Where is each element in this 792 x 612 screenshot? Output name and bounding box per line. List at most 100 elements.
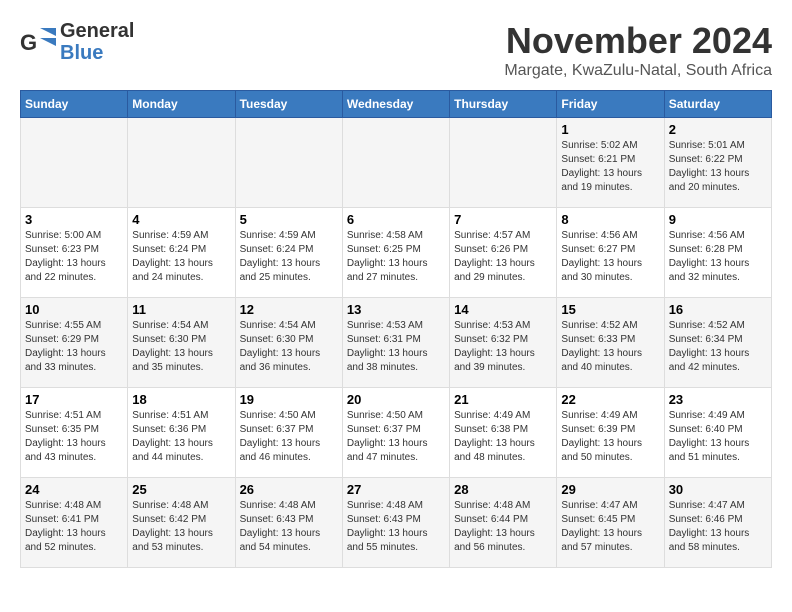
- day-number: 7: [454, 212, 552, 227]
- calendar-cell: 25Sunrise: 4:48 AM Sunset: 6:42 PM Dayli…: [128, 478, 235, 568]
- calendar-cell: 19Sunrise: 4:50 AM Sunset: 6:37 PM Dayli…: [235, 388, 342, 478]
- calendar-body: 1 Sunrise: 5:02 AM Sunset: 6:21 PM Daylig…: [21, 118, 772, 568]
- calendar-cell: 8 Sunrise: 4:56 AM Sunset: 6:27 PM Daylig…: [557, 208, 664, 298]
- day-number: 14: [454, 302, 552, 317]
- header-row: SundayMondayTuesdayWednesdayThursdayFrid…: [21, 91, 772, 118]
- day-content: Sunrise: 4:49 AM Sunset: 6:40 PM Dayligh…: [669, 409, 767, 465]
- calendar-cell: [342, 118, 449, 208]
- day-content: Sunrise: 4:52 AM Sunset: 6:33 PM Dayligh…: [561, 319, 659, 375]
- day-number: 28: [454, 482, 552, 497]
- day-content: Sunrise: 4:53 AM Sunset: 6:31 PM Dayligh…: [347, 319, 445, 375]
- calendar-cell: 10 Sunrise: 4:55 AM Sunset: 6:29 PM Dayli…: [21, 298, 128, 388]
- day-content: Sunrise: 4:57 AM Sunset: 6:26 PM Dayligh…: [454, 229, 552, 285]
- day-content: Sunrise: 4:54 AM Sunset: 6:30 PM Dayligh…: [132, 319, 230, 375]
- day-number: 20: [347, 392, 445, 407]
- calendar-cell: 9 Sunrise: 4:56 AM Sunset: 6:28 PM Daylig…: [664, 208, 771, 298]
- calendar-cell: 2 Sunrise: 5:01 AM Sunset: 6:22 PM Daylig…: [664, 118, 771, 208]
- calendar-cell: 20Sunrise: 4:50 AM Sunset: 6:37 PM Dayli…: [342, 388, 449, 478]
- day-content: Sunrise: 4:56 AM Sunset: 6:27 PM Dayligh…: [561, 229, 659, 285]
- week-row-1: 1 Sunrise: 5:02 AM Sunset: 6:21 PM Daylig…: [21, 118, 772, 208]
- calendar-table: SundayMondayTuesdayWednesdayThursdayFrid…: [20, 90, 772, 568]
- day-number: 16: [669, 302, 767, 317]
- calendar-cell: 26Sunrise: 4:48 AM Sunset: 6:43 PM Dayli…: [235, 478, 342, 568]
- header-wednesday: Wednesday: [342, 91, 449, 118]
- day-content: Sunrise: 4:53 AM Sunset: 6:32 PM Dayligh…: [454, 319, 552, 375]
- day-content: Sunrise: 4:56 AM Sunset: 6:28 PM Dayligh…: [669, 229, 767, 285]
- calendar-cell: 17 Sunrise: 4:51 AM Sunset: 6:35 PM Dayli…: [21, 388, 128, 478]
- day-number: 13: [347, 302, 445, 317]
- day-number: 27: [347, 482, 445, 497]
- calendar-cell: 6 Sunrise: 4:58 AM Sunset: 6:25 PM Daylig…: [342, 208, 449, 298]
- day-content: Sunrise: 4:48 AM Sunset: 6:44 PM Dayligh…: [454, 499, 552, 555]
- day-number: 29: [561, 482, 659, 497]
- day-content: Sunrise: 4:48 AM Sunset: 6:41 PM Dayligh…: [25, 499, 123, 555]
- day-content: Sunrise: 4:52 AM Sunset: 6:34 PM Dayligh…: [669, 319, 767, 375]
- calendar-cell: 12 Sunrise: 4:54 AM Sunset: 6:30 PM Dayli…: [235, 298, 342, 388]
- header-tuesday: Tuesday: [235, 91, 342, 118]
- day-number: 24: [25, 482, 123, 497]
- day-content: Sunrise: 4:51 AM Sunset: 6:35 PM Dayligh…: [25, 409, 123, 465]
- day-number: 2: [669, 122, 767, 137]
- svg-text:G: G: [20, 30, 37, 55]
- calendar-cell: [450, 118, 557, 208]
- calendar-cell: 3 Sunrise: 5:00 AM Sunset: 6:23 PM Daylig…: [21, 208, 128, 298]
- day-number: 12: [240, 302, 338, 317]
- title-area: November 2024 Margate, KwaZulu-Natal, So…: [504, 20, 772, 80]
- day-content: Sunrise: 4:54 AM Sunset: 6:30 PM Dayligh…: [240, 319, 338, 375]
- subtitle: Margate, KwaZulu-Natal, South Africa: [504, 62, 772, 80]
- day-content: Sunrise: 5:01 AM Sunset: 6:22 PM Dayligh…: [669, 139, 767, 195]
- calendar-cell: 13 Sunrise: 4:53 AM Sunset: 6:31 PM Dayli…: [342, 298, 449, 388]
- calendar-cell: [235, 118, 342, 208]
- header-sunday: Sunday: [21, 91, 128, 118]
- day-number: 26: [240, 482, 338, 497]
- calendar-cell: 5Sunrise: 4:59 AM Sunset: 6:24 PM Daylig…: [235, 208, 342, 298]
- day-content: Sunrise: 4:47 AM Sunset: 6:45 PM Dayligh…: [561, 499, 659, 555]
- calendar-cell: 23 Sunrise: 4:49 AM Sunset: 6:40 PM Dayli…: [664, 388, 771, 478]
- calendar-cell: 16 Sunrise: 4:52 AM Sunset: 6:34 PM Dayli…: [664, 298, 771, 388]
- day-number: 10: [25, 302, 123, 317]
- calendar-cell: 28 Sunrise: 4:48 AM Sunset: 6:44 PM Dayli…: [450, 478, 557, 568]
- calendar-cell: 1 Sunrise: 5:02 AM Sunset: 6:21 PM Daylig…: [557, 118, 664, 208]
- day-content: Sunrise: 4:50 AM Sunset: 6:37 PM Dayligh…: [240, 409, 338, 465]
- day-number: 17: [25, 392, 123, 407]
- day-number: 8: [561, 212, 659, 227]
- day-content: Sunrise: 4:51 AM Sunset: 6:36 PM Dayligh…: [132, 409, 230, 465]
- calendar-cell: 11 Sunrise: 4:54 AM Sunset: 6:30 PM Dayli…: [128, 298, 235, 388]
- day-number: 18: [132, 392, 230, 407]
- calendar-cell: 14 Sunrise: 4:53 AM Sunset: 6:32 PM Dayli…: [450, 298, 557, 388]
- calendar-cell: 30 Sunrise: 4:47 AM Sunset: 6:46 PM Dayli…: [664, 478, 771, 568]
- calendar-cell: 15Sunrise: 4:52 AM Sunset: 6:33 PM Dayli…: [557, 298, 664, 388]
- calendar-header: SundayMondayTuesdayWednesdayThursdayFrid…: [21, 91, 772, 118]
- calendar-cell: 27 Sunrise: 4:48 AM Sunset: 6:43 PM Dayli…: [342, 478, 449, 568]
- calendar-cell: 4Sunrise: 4:59 AM Sunset: 6:24 PM Daylig…: [128, 208, 235, 298]
- header-friday: Friday: [557, 91, 664, 118]
- page-header: G General Blue November 2024 Margate, Kw…: [20, 20, 772, 80]
- calendar-cell: [128, 118, 235, 208]
- day-content: Sunrise: 4:49 AM Sunset: 6:38 PM Dayligh…: [454, 409, 552, 465]
- logo-icon: G: [20, 24, 56, 60]
- week-row-3: 10 Sunrise: 4:55 AM Sunset: 6:29 PM Dayli…: [21, 298, 772, 388]
- day-number: 5: [240, 212, 338, 227]
- day-content: Sunrise: 4:48 AM Sunset: 6:43 PM Dayligh…: [347, 499, 445, 555]
- day-number: 11: [132, 302, 230, 317]
- day-number: 3: [25, 212, 123, 227]
- main-title: November 2024: [504, 20, 772, 62]
- day-content: Sunrise: 4:47 AM Sunset: 6:46 PM Dayligh…: [669, 499, 767, 555]
- week-row-5: 24 Sunrise: 4:48 AM Sunset: 6:41 PM Dayli…: [21, 478, 772, 568]
- logo: G General Blue: [20, 20, 134, 64]
- header-monday: Monday: [128, 91, 235, 118]
- header-thursday: Thursday: [450, 91, 557, 118]
- day-number: 1: [561, 122, 659, 137]
- day-number: 30: [669, 482, 767, 497]
- calendar-cell: 24 Sunrise: 4:48 AM Sunset: 6:41 PM Dayli…: [21, 478, 128, 568]
- day-number: 4: [132, 212, 230, 227]
- day-content: Sunrise: 5:00 AM Sunset: 6:23 PM Dayligh…: [25, 229, 123, 285]
- day-content: Sunrise: 4:48 AM Sunset: 6:42 PM Dayligh…: [132, 499, 230, 555]
- day-number: 9: [669, 212, 767, 227]
- day-number: 23: [669, 392, 767, 407]
- day-number: 6: [347, 212, 445, 227]
- calendar-cell: 21Sunrise: 4:49 AM Sunset: 6:38 PM Dayli…: [450, 388, 557, 478]
- day-content: Sunrise: 5:02 AM Sunset: 6:21 PM Dayligh…: [561, 139, 659, 195]
- day-content: Sunrise: 4:55 AM Sunset: 6:29 PM Dayligh…: [25, 319, 123, 375]
- day-content: Sunrise: 4:58 AM Sunset: 6:25 PM Dayligh…: [347, 229, 445, 285]
